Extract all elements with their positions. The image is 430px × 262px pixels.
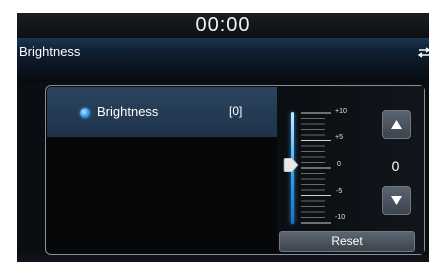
triangle-down-icon bbox=[391, 196, 402, 205]
bottom-strip bbox=[17, 255, 429, 262]
reset-button[interactable]: Reset bbox=[279, 231, 415, 252]
clock: 00:00 bbox=[195, 14, 251, 36]
scale-label-zero: 0 bbox=[337, 161, 341, 168]
status-bar: 00:00 bbox=[17, 13, 429, 38]
triangle-up-icon bbox=[391, 120, 402, 129]
decrease-button[interactable] bbox=[382, 186, 411, 215]
brightness-slider-handle[interactable] bbox=[283, 157, 299, 173]
scale-label-plus5: +5 bbox=[335, 134, 343, 141]
list-item-label: Brightness bbox=[97, 104, 159, 119]
page-title: Brightness bbox=[19, 44, 81, 59]
scale-label-plus10: +10 bbox=[335, 108, 347, 115]
list-item-brightness[interactable]: Brightness [0] bbox=[47, 87, 277, 137]
brightness-value: 0 bbox=[391, 158, 400, 174]
radio-selected-icon bbox=[80, 108, 90, 118]
back-button[interactable] bbox=[417, 46, 429, 58]
infotainment-screen: 00:00 Brightness Brightness [0] +10 +5 0… bbox=[17, 13, 429, 262]
scale-label-minus10: -10 bbox=[335, 214, 346, 221]
brightness-control-area: +10 +5 0 -5 -10 0 Reset bbox=[277, 86, 424, 254]
slider-knob-icon bbox=[283, 157, 299, 173]
scale-ticks bbox=[301, 112, 331, 224]
back-return-icon bbox=[417, 47, 429, 58]
brightness-scale: +10 +5 0 -5 -10 bbox=[299, 108, 359, 226]
list-item-value: [0] bbox=[229, 104, 243, 118]
header-bar: Brightness bbox=[17, 38, 429, 82]
scale-label-minus5: -5 bbox=[336, 188, 343, 195]
increase-button[interactable] bbox=[382, 110, 411, 139]
brightness-panel: Brightness [0] +10 +5 0 -5 -10 0 Reset bbox=[45, 85, 425, 255]
